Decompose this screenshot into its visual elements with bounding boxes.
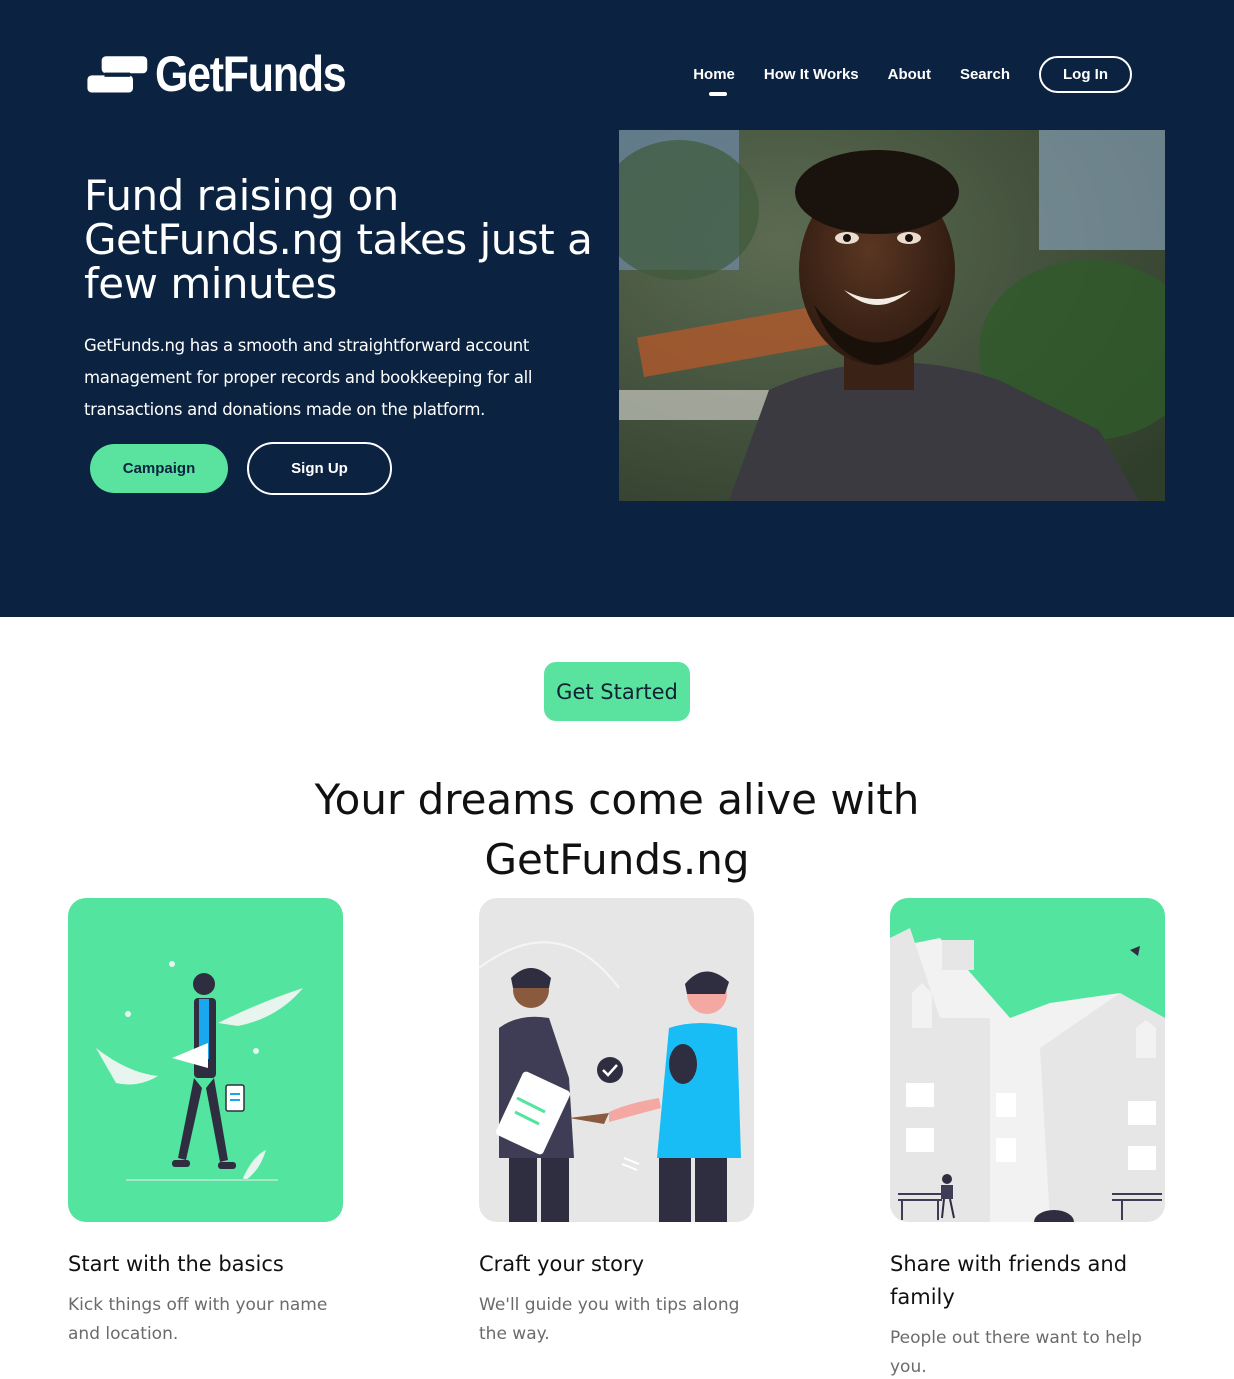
section-title-line2: GetFunds.ng <box>484 835 750 884</box>
card-title: Craft your story <box>479 1252 645 1276</box>
feature-card-basics: Start with the basics Kick things off wi… <box>68 898 343 1349</box>
section-title: Your dreams come alive with GetFunds.ng <box>0 770 1234 890</box>
card-text: We'll guide you with tips along the way. <box>479 1295 740 1344</box>
section-title-line1: Your dreams come alive with <box>314 775 920 824</box>
nav-search[interactable]: Search <box>960 66 1010 83</box>
logo-text: GetFunds <box>154 46 347 102</box>
card-title: Share with friends and family <box>890 1252 1128 1309</box>
basics-illustration <box>68 898 343 1222</box>
feature-card-share: Share with friends and family People out… <box>890 898 1165 1379</box>
campaign-button[interactable]: Campaign <box>90 444 228 493</box>
feature-card-story: Craft your story We'll guide you with ti… <box>479 898 754 1349</box>
card-title: Start with the basics <box>68 1252 284 1276</box>
story-illustration <box>479 898 754 1222</box>
nav-about[interactable]: About <box>888 66 931 83</box>
logo[interactable]: GetFunds <box>86 44 376 104</box>
hero-title: Fund raising on GetFunds.ng takes just a… <box>84 171 593 308</box>
hero-section: GetFunds Home How It Works About Search … <box>0 0 1234 617</box>
card-text: People out there want to help you. <box>890 1328 1142 1377</box>
card-text: Kick things off with your name and locat… <box>68 1295 328 1344</box>
logo-icon <box>87 56 148 93</box>
share-illustration <box>890 898 1165 1222</box>
nav-how-it-works[interactable]: How It Works <box>764 66 859 83</box>
hero-photo <box>619 130 1165 501</box>
hero-description: GetFunds.ng has a smooth and straightfor… <box>84 336 533 419</box>
main-nav: Home How It Works About Search Log In <box>664 54 1132 96</box>
login-button[interactable]: Log In <box>1039 55 1132 93</box>
nav-home[interactable]: Home <box>693 66 735 96</box>
get-started-button[interactable]: Get Started <box>544 662 690 721</box>
signup-button[interactable]: Sign Up <box>247 442 392 495</box>
